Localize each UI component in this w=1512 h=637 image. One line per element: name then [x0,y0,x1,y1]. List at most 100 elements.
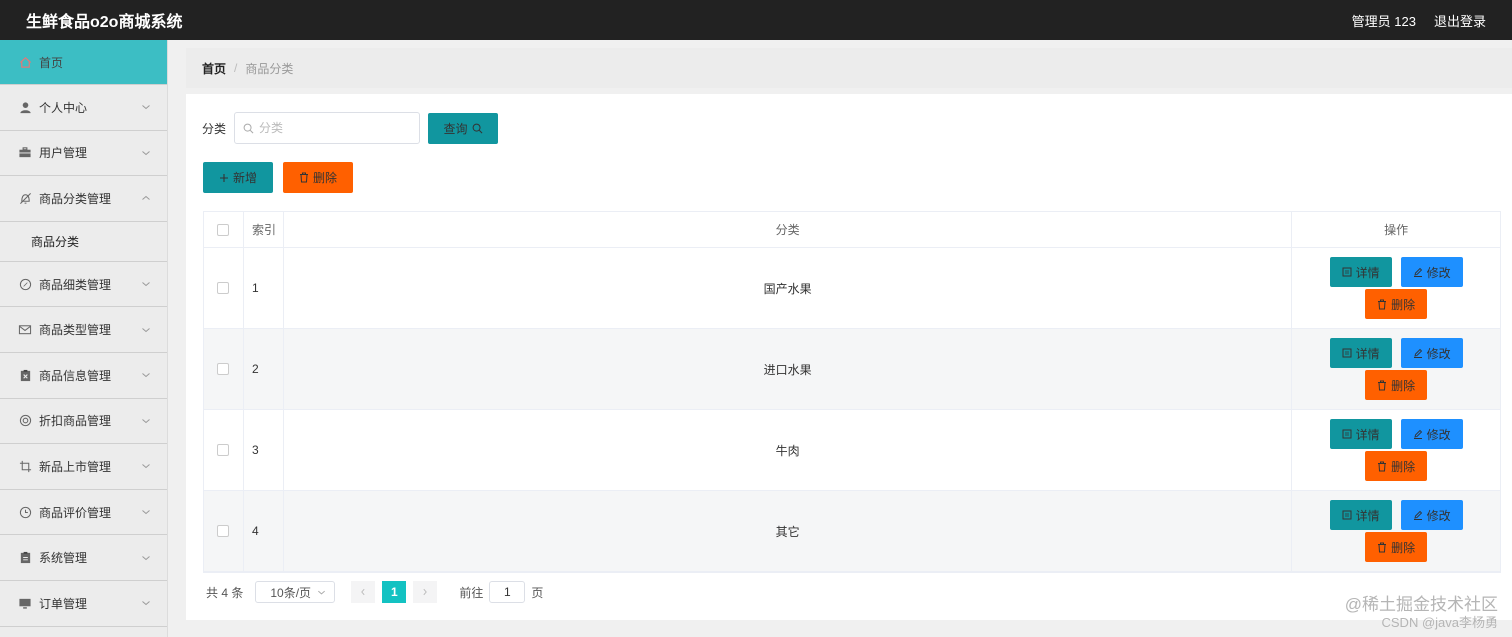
detail-button[interactable]: 详情 [1329,257,1392,287]
chevron-down-icon [318,590,326,594]
sidebar-item-subcategory-management[interactable]: 商品细类管理 [0,262,167,308]
add-button[interactable]: 新增 [203,162,273,193]
header-category: 分类 [284,212,1293,247]
detail-button[interactable]: 详情 [1329,500,1392,530]
logout-link[interactable]: 退出登录 [1434,11,1486,30]
action-toolbar: 新增 删除 [203,162,353,193]
sidebar-item-home[interactable]: 首页 [0,40,167,85]
document-icon [1342,429,1352,439]
breadcrumb-home[interactable]: 首页 [202,60,226,77]
row-checkbox[interactable] [217,282,230,294]
delete-button[interactable]: 删除 [1365,289,1428,319]
search-input[interactable] [259,121,410,135]
chevron-left-icon [361,588,365,596]
pagination: 共 4 条 10条/页 1 前往 1 页 [206,581,543,603]
table-row: 1 国产水果 详情 修改 删除 [204,248,1500,329]
admin-user-label[interactable]: 管理员 123 [1352,11,1416,30]
chevron-up-icon [142,196,150,201]
sidebar-item-label: 用户管理 [39,146,88,161]
bulk-delete-button[interactable]: 删除 [283,162,353,193]
next-page-button[interactable] [413,581,438,603]
top-bar: 生鲜食品o2o商城系统 管理员 123 退出登录 [0,0,1512,40]
chevron-down-icon [142,464,150,469]
sidebar-item-label: 个人中心 [39,100,88,115]
sidebar-item-label: 首页 [39,55,64,70]
goto-page-input[interactable]: 1 [489,581,526,603]
row-checkbox[interactable] [217,525,230,537]
prev-page-button[interactable] [351,581,376,603]
search-icon [472,123,482,133]
query-button[interactable]: 查询 [428,112,499,144]
chevron-down-icon [142,418,150,424]
detail-button[interactable]: 详情 [1329,338,1392,368]
row-category: 进口水果 [284,329,1293,409]
sidebar-item-new-arrivals-management[interactable]: 新品上市管理 [0,444,167,490]
select-all-checkbox[interactable] [217,223,230,236]
crop-icon [18,459,32,473]
sidebar-item-order-management[interactable]: 订单管理 [0,581,167,627]
delete-button[interactable]: 删除 [1365,451,1428,481]
page-number-active[interactable]: 1 [382,581,407,603]
row-select-cell [204,248,244,328]
edit-button-label: 修改 [1426,265,1451,280]
compass-icon [18,277,32,291]
mail-icon [18,323,32,337]
header-operations: 操作 [1384,223,1409,237]
edit-button[interactable]: 修改 [1400,419,1463,449]
edit-button-label: 修改 [1426,346,1451,361]
sidebar-subitem-category[interactable]: 商品分类 [0,221,167,262]
row-checkbox[interactable] [217,444,230,456]
sidebar-item-label: 商品分类管理 [39,191,112,206]
edit-button-label: 修改 [1426,508,1451,523]
sidebar-item-label: 商品评价管理 [39,505,112,520]
sidebar-item-type-management[interactable]: 商品类型管理 [0,307,167,353]
row-select-cell [204,491,244,571]
row-operations: 详情 修改 删除 [1292,329,1500,409]
sidebar: 首页 个人中心 用户管理 商品分类管理 商品分类 商品细类管理 商品类型管理 商… [0,40,168,637]
edit-icon [1413,510,1422,520]
document-icon [1342,510,1352,520]
delete-button[interactable]: 删除 [1365,370,1428,400]
sidebar-item-category-management[interactable]: 商品分类管理 [0,176,167,222]
row-category: 其它 [284,491,1293,571]
sidebar-item-personal-center[interactable]: 个人中心 [0,85,167,131]
lifebuoy-icon [18,414,32,428]
row-checkbox[interactable] [217,363,230,375]
chevron-down-icon [142,327,150,332]
sidebar-item-user-management[interactable]: 用户管理 [0,131,167,177]
sidebar-item-system-management[interactable]: 系统管理 [0,535,167,581]
chevron-down-icon [142,105,150,110]
edit-button[interactable]: 修改 [1400,338,1463,368]
sidebar-item-discount-management[interactable]: 折扣商品管理 [0,399,167,445]
search-box[interactable] [234,112,421,144]
chevron-down-icon [142,510,150,515]
sidebar-item-label: 订单管理 [39,596,88,611]
trash-icon [1378,542,1387,552]
pagination-total: 共 4 条 [206,585,244,600]
table-row: 2 进口水果 详情 修改 删除 [204,329,1500,410]
detail-button[interactable]: 详情 [1329,419,1392,449]
header-index: 索引 [244,212,284,247]
edit-button[interactable]: 修改 [1400,500,1463,530]
trash-icon [1378,461,1387,471]
sidebar-item-label: 商品细类管理 [39,277,112,292]
delete-button-label: 删除 [1391,297,1416,312]
table-row: 3 牛肉 详情 修改 删除 [204,410,1500,491]
detail-button-label: 详情 [1355,508,1380,523]
app-title: 生鲜食品o2o商城系统 [26,14,183,31]
sidebar-item-label: 系统管理 [39,551,88,566]
sidebar-item-product-info-management[interactable]: 商品信息管理 [0,353,167,399]
search-icon [243,123,254,133]
top-bar-user-area: 管理员 123 退出登录 [1352,11,1486,30]
detail-button-label: 详情 [1355,346,1380,361]
main-panel: 分类 查询 新增 删除 索引 分类 操作 1 国产水果 [186,94,1512,620]
edit-button-label: 修改 [1426,427,1451,442]
page-size-select[interactable]: 10条/页 [255,581,336,603]
row-select-cell [204,410,244,490]
delete-button[interactable]: 删除 [1365,532,1428,562]
delete-button-label: 删除 [1391,459,1416,474]
user-icon [18,100,32,114]
edit-button[interactable]: 修改 [1400,257,1463,287]
sidebar-item-review-management[interactable]: 商品评价管理 [0,490,167,536]
watermark-line2: CSDN @java李杨勇 [1381,615,1499,631]
